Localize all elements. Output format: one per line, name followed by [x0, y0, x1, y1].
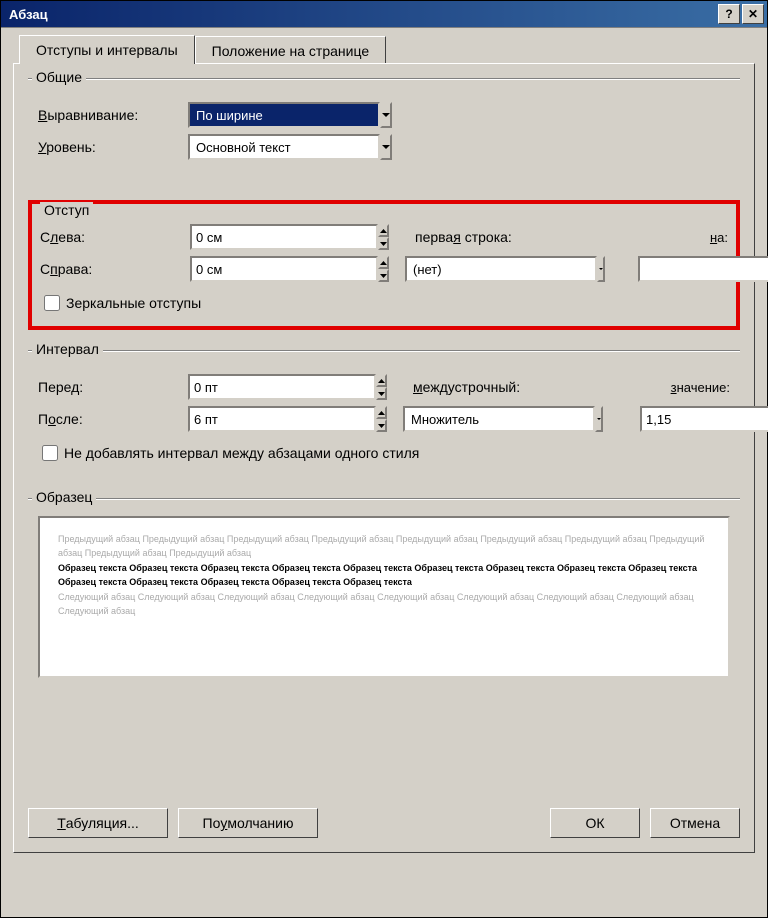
by-spinner[interactable]: [638, 256, 728, 282]
spin-up-icon[interactable]: [378, 224, 389, 237]
spin-up-icon[interactable]: [376, 374, 387, 387]
first-line-label: первая строка:: [415, 229, 512, 245]
tab-indents[interactable]: Отступы и интервалы: [19, 35, 195, 64]
tabstrip: Отступы и интервалы Положение на страниц…: [19, 34, 755, 63]
indent-right-label: Справа:: [40, 261, 190, 277]
chevron-down-icon[interactable]: [380, 134, 392, 160]
preview-previous: Предыдущий абзац Предыдущий абзац Предыд…: [58, 532, 710, 561]
ok-button[interactable]: ОК: [550, 808, 640, 838]
group-interval-label: Интервал: [32, 341, 103, 357]
mirror-indents-label: Зеркальные отступы: [66, 295, 201, 311]
tabpanel: Общие Выравнивание: Уровень:: [13, 63, 755, 853]
spin-down-icon[interactable]: [378, 269, 389, 282]
level-label: Уровень:: [38, 139, 188, 155]
linespacing-label: междустрочный:: [413, 379, 520, 395]
before-spinner[interactable]: [188, 374, 273, 400]
alignment-label: Выравнивание:: [38, 107, 188, 123]
group-common: Общие Выравнивание: Уровень:: [28, 78, 740, 180]
chevron-down-icon[interactable]: [595, 406, 603, 432]
by-label: на:: [710, 230, 728, 245]
cancel-button[interactable]: Отмена: [650, 808, 740, 838]
first-line-combo[interactable]: [405, 256, 605, 282]
group-common-label: Общие: [32, 69, 86, 85]
titlebar: Абзац ? ✕: [1, 1, 767, 28]
help-button[interactable]: ?: [718, 4, 740, 24]
group-sample-label: Образец: [32, 489, 96, 505]
paragraph-dialog: Абзац ? ✕ Отступы и интервалы Положение …: [0, 0, 768, 918]
group-indent-label: Отступ: [40, 202, 93, 218]
tab-pageposition[interactable]: Положение на странице: [195, 36, 386, 65]
chevron-down-icon[interactable]: [597, 256, 605, 282]
no-add-interval-label: Не добавлять интервал между абзацами одн…: [64, 445, 419, 461]
alignment-combo[interactable]: [188, 102, 383, 128]
group-interval: Интервал Перед: междустрочный: значение:: [28, 350, 740, 478]
close-button[interactable]: ✕: [742, 4, 764, 24]
spin-up-icon[interactable]: [378, 256, 389, 269]
before-label: Перед:: [38, 379, 188, 395]
indent-left-spinner[interactable]: [190, 224, 275, 250]
group-sample: Образец Предыдущий абзац Предыдущий абза…: [28, 498, 740, 692]
mirror-indents-checkbox[interactable]: [44, 295, 60, 311]
spin-down-icon[interactable]: [376, 419, 387, 432]
value-label: значение:: [671, 380, 730, 395]
value-spinner[interactable]: [640, 406, 730, 432]
level-combo[interactable]: [188, 134, 383, 160]
tabs-button[interactable]: Табуляция...: [28, 808, 168, 838]
indent-left-label: Слева:: [40, 229, 190, 245]
after-label: После:: [38, 411, 188, 427]
spin-down-icon[interactable]: [378, 237, 389, 250]
chevron-down-icon[interactable]: [380, 102, 392, 128]
linespacing-combo[interactable]: [403, 406, 603, 432]
group-indent: Отступ Слева: первая строка: на:: [28, 200, 740, 330]
default-button[interactable]: По умолчанию: [178, 808, 318, 838]
indent-right-spinner[interactable]: [190, 256, 275, 282]
preview-next: Следующий абзац Следующий абзац Следующи…: [58, 590, 710, 619]
preview-sample: Образец текста Образец текста Образец те…: [58, 561, 710, 590]
spin-down-icon[interactable]: [376, 387, 387, 400]
no-add-interval-checkbox[interactable]: [42, 445, 58, 461]
preview-box: Предыдущий абзац Предыдущий абзац Предыд…: [38, 516, 730, 678]
spin-up-icon[interactable]: [376, 406, 387, 419]
window-title: Абзац: [9, 7, 48, 22]
after-spinner[interactable]: [188, 406, 273, 432]
